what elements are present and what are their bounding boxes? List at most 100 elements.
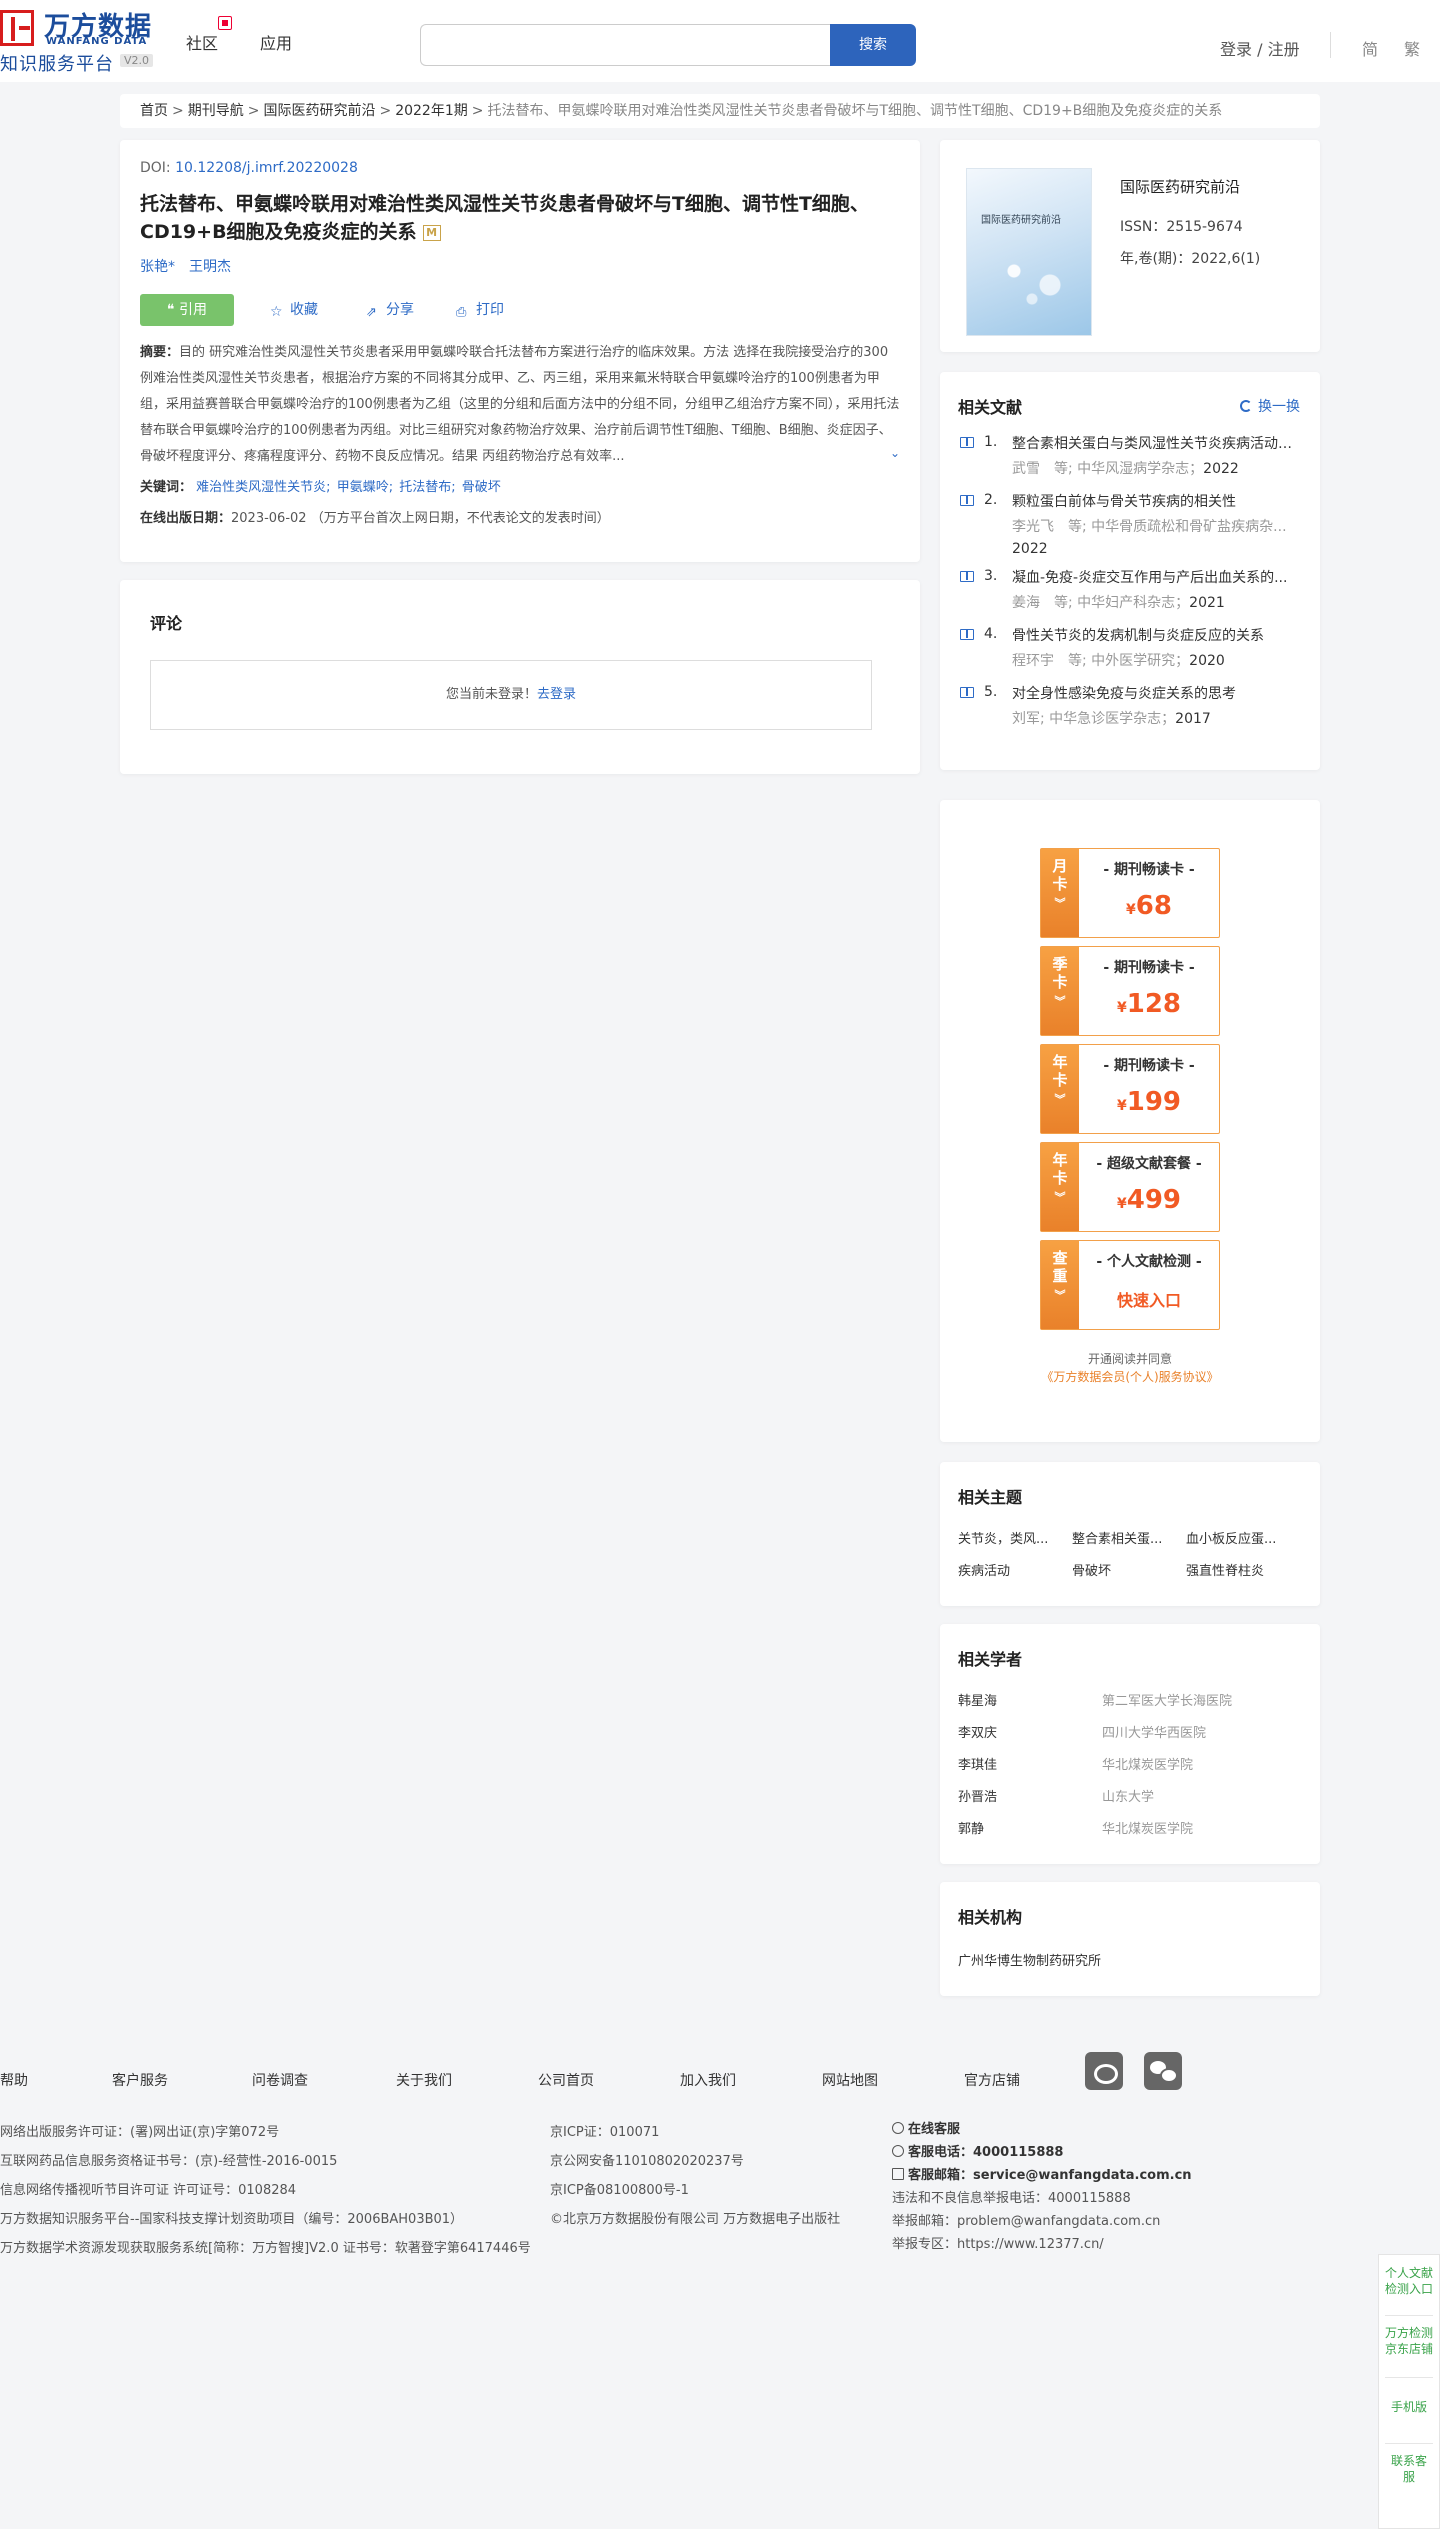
comments-title: 评论 [150, 614, 183, 633]
quick-entry-link[interactable]: 快速入口 [1079, 1287, 1219, 1311]
vip-card-year[interactable]: 年卡 ︾ - 期刊畅读卡 - ¥199 [1040, 1044, 1220, 1134]
related-docs-card: 相关文献 换一换 1. 整合素相关蛋白与类风湿性关节炎疾病活动及... 武雪 等… [940, 372, 1320, 770]
nav-community[interactable]: 社区 [186, 30, 218, 54]
breadcrumb-journal[interactable]: 国际医药研究前沿 [263, 103, 375, 119]
breadcrumb-current: 托法替布、甲氨蝶呤联用对难治性类风湿性关节炎患者骨破坏与T细胞、调节性T细胞、C… [487, 103, 1223, 119]
related-doc-title[interactable]: 整合素相关蛋白与类风湿性关节炎疾病活动及... [1012, 434, 1302, 454]
search-button[interactable]: 搜索 [830, 24, 916, 66]
lang-simplified[interactable]: 简 [1362, 36, 1378, 60]
float-jd-store[interactable]: 万方检测京东店铺 [1379, 2325, 1439, 2357]
vip-card-month[interactable]: 月卡 ︾ - 期刊畅读卡 - ¥68 [1040, 848, 1220, 938]
breadcrumb-home[interactable]: 首页 [140, 103, 168, 119]
login-register-link[interactable]: 登录 / 注册 [1220, 36, 1300, 60]
cover-art [987, 243, 1077, 313]
author-list: 张艳* 王明杰 [140, 256, 900, 276]
refresh-icon [1240, 400, 1252, 412]
related-doc-meta: 程环宇 等; 中外医学研究；2020 [1012, 653, 1225, 669]
community-badge-icon [218, 16, 232, 30]
scholar-org[interactable]: 华北煤炭医学院 [1102, 1818, 1193, 1837]
topic-link[interactable]: 血小板反应蛋... [1186, 1528, 1286, 1547]
book-icon [960, 571, 974, 582]
scholar-name[interactable]: 李琪佳 [958, 1754, 997, 1773]
expand-chevron-icon[interactable]: ⌄ [889, 440, 900, 466]
m-badge-icon: M [422, 224, 441, 241]
online-service-link[interactable]: 在线客服 [892, 2118, 1192, 2141]
scholar-org[interactable]: 四川大学华西医院 [1102, 1722, 1206, 1741]
breadcrumb-journal-nav[interactable]: 期刊导航 [188, 103, 244, 119]
vip-card-super[interactable]: 年卡 ︾ - 超级文献套餐 - ¥499 [1040, 1142, 1220, 1232]
footer-link[interactable]: 官方店铺 [964, 2070, 1020, 2090]
divider [1385, 2315, 1433, 2316]
topic-link[interactable]: 强直性脊柱炎 [1186, 1560, 1286, 1579]
search-input[interactable] [420, 24, 830, 66]
mail-icon [892, 2168, 904, 2180]
print-button[interactable]: ⎙ 打印 [456, 294, 504, 326]
scholar-org[interactable]: 山东大学 [1102, 1786, 1154, 1805]
related-doc-title[interactable]: 对全身性感染免疫与炎症关系的思考 [1012, 684, 1302, 704]
breadcrumb-issue[interactable]: 2022年1期 [395, 103, 468, 119]
related-scholars-title: 相关学者 [958, 1650, 1023, 1669]
footer-link[interactable]: 公司首页 [538, 2070, 594, 2090]
topic-link[interactable]: 疾病活动 [958, 1560, 1058, 1579]
abstract: 摘要：目的 研究难治性类风湿性关节炎患者采用甲氨蝶呤联合托法替布方案进行治疗的临… [140, 345, 900, 466]
scholar-name[interactable]: 孙晋浩 [958, 1786, 997, 1805]
float-check-entry[interactable]: 个人文献检测入口 [1379, 2265, 1439, 2297]
collect-button[interactable]: ☆ 收藏 [270, 294, 318, 326]
keyword-link[interactable]: 托法替布; [399, 480, 455, 495]
related-doc-title[interactable]: 凝血-免疫-炎症交互作用与产后出血关系的... [1012, 568, 1302, 588]
vip-card-quarter[interactable]: 季卡 ︾ - 期刊畅读卡 - ¥128 [1040, 946, 1220, 1036]
keyword-link[interactable]: 骨破坏 [462, 480, 501, 495]
floating-sidebar: 个人文献检测入口 万方检测京东店铺 手机版 联系客服 [1378, 2254, 1440, 2529]
comments-login-link[interactable]: 去登录 [537, 687, 576, 702]
lang-traditional[interactable]: 繁 [1404, 36, 1420, 60]
float-mobile[interactable]: 手机版 [1379, 2399, 1439, 2415]
weibo-icon[interactable] [1085, 2052, 1123, 2090]
agreement-link[interactable]: 《万方数据会员(个人)服务协议》 [1041, 1370, 1218, 1384]
footer-link[interactable]: 网站地图 [822, 2070, 878, 2090]
footer-link[interactable]: 加入我们 [680, 2070, 736, 2090]
nav-apps[interactable]: 应用 [260, 30, 292, 54]
doi-link[interactable]: 10.12208/j.imrf.20220028 [175, 160, 358, 176]
footer-link[interactable]: 帮助 [0, 2070, 28, 2090]
keyword-link[interactable]: 甲氨蝶呤; [337, 480, 393, 495]
journal-name[interactable]: 国际医药研究前沿 [1120, 176, 1240, 197]
cite-button[interactable]: ❝ 引用 [140, 294, 234, 326]
list-item: 2. 颗粒蛋白前体与骨关节疾病的相关性 李光飞 等; 中华骨质疏松和骨矿盐疾病杂… [958, 492, 1302, 560]
scholar-name[interactable]: 韩星海 [958, 1690, 997, 1709]
topic-link[interactable]: 整合素相关蛋... [1072, 1528, 1172, 1547]
org-link[interactable]: 广州华博生物制药研究所 [958, 1950, 1302, 1969]
author-link[interactable]: 张艳* [140, 259, 175, 275]
scholar-name[interactable]: 李双庆 [958, 1722, 997, 1741]
vip-card-check[interactable]: 查重 ︾ - 个人文献检测 - 快速入口 [1040, 1240, 1220, 1330]
wanfang-logo[interactable]: 万方数据 WANFANG DATA 知识服务平台 V2.0 [0, 6, 160, 75]
footer-link[interactable]: 关于我们 [396, 2070, 452, 2090]
related-doc-title[interactable]: 骨性关节炎的发病机制与炎症反应的关系 [1012, 626, 1302, 646]
wechat-icon[interactable] [1144, 2052, 1182, 2090]
scholar-org[interactable]: 华北煤炭医学院 [1102, 1754, 1193, 1773]
report-site-link[interactable]: 举报专区：https://www.12377.cn/ [892, 2233, 1192, 2256]
vip-price: ¥68 [1126, 891, 1172, 921]
author-link[interactable]: 王明杰 [189, 259, 231, 275]
table-row: 李双庆 四川大学华西医院 [958, 1722, 1302, 1754]
refresh-button[interactable]: 换一换 [1240, 396, 1300, 416]
share-button[interactable]: ⇗ 分享 [366, 294, 414, 326]
float-contact-service[interactable]: 联系客服 [1379, 2453, 1439, 2485]
footer-link[interactable]: 问卷调查 [252, 2070, 308, 2090]
footer-link[interactable]: 客户服务 [112, 2070, 168, 2090]
journal-cover[interactable]: 国际医药研究前沿 [966, 168, 1092, 336]
topic-link[interactable]: 骨破坏 [1072, 1560, 1172, 1579]
footer-icp: 京ICP证：010071 京公网安备11010802020237号 京ICP备0… [550, 2125, 841, 2227]
keyword-link[interactable]: 难治性类风湿性关节炎; [196, 480, 330, 495]
related-doc-title[interactable]: 颗粒蛋白前体与骨关节疾病的相关性 [1012, 492, 1302, 512]
journal-issn: ISSN：2515-9674 [1120, 219, 1243, 235]
footer: 帮助 客户服务 问卷调查 关于我们 公司首页 加入我们 网站地图 官方店铺 网络… [0, 2016, 1440, 2529]
topic-link[interactable]: 关节炎，类风... [958, 1528, 1058, 1547]
scholar-name[interactable]: 郭静 [958, 1818, 984, 1837]
list-item: 5. 对全身性感染免疫与炎症关系的思考 刘军; 中华急诊医学杂志；2017 [958, 684, 1302, 734]
related-orgs-title: 相关机构 [958, 1908, 1023, 1927]
top-header: 万方数据 WANFANG DATA 知识服务平台 V2.0 社区 应用 搜索 登… [0, 0, 1440, 82]
vip-tag: 年卡 ︾ [1041, 1045, 1079, 1133]
header-divider [1330, 32, 1331, 58]
topic-grid: 关节炎，类风... 整合素相关蛋... 血小板反应蛋... 疾病活动 骨破坏 强… [958, 1528, 1302, 1588]
scholar-org[interactable]: 第二军医大学长海医院 [1102, 1690, 1232, 1709]
